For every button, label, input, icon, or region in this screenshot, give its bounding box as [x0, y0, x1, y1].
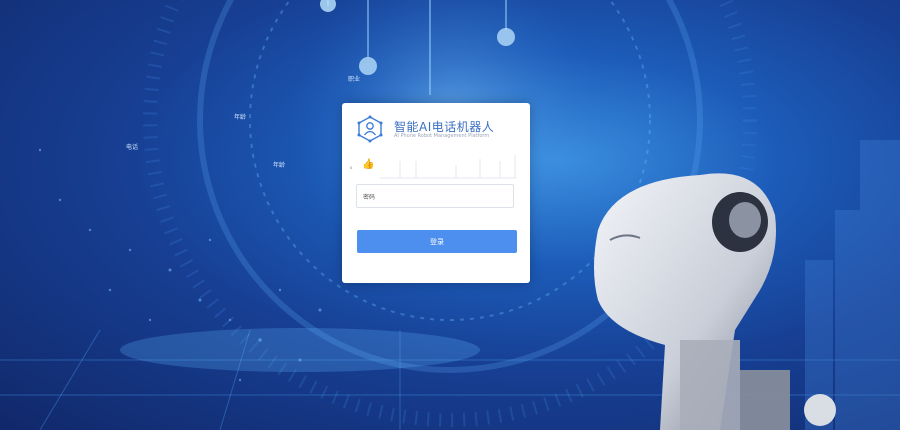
account-row: ıı 👍: [350, 155, 520, 181]
login-button[interactable]: 登录: [357, 230, 517, 253]
bg-label-age-2: 年龄: [273, 162, 286, 169]
bg-label-phone: 电话: [126, 144, 139, 151]
account-tiny-label: ıı: [350, 165, 353, 170]
password-field[interactable]: 密码: [356, 184, 514, 208]
password-placeholder: 密码: [363, 194, 376, 201]
login-card: 智能AI电话机器人 AI Phone Robot Management Plat…: [342, 103, 530, 283]
bg-label-age: 年龄: [234, 114, 247, 121]
bg-label-occupation: 职业: [348, 76, 361, 83]
account-field-decoration: [380, 155, 516, 179]
robot-illustration: [594, 173, 836, 430]
thumb-icon: 👍: [362, 159, 375, 170]
people-network-icon: [357, 115, 383, 143]
brand-subtitle: AI Phone Robot Management Platform: [394, 133, 490, 139]
